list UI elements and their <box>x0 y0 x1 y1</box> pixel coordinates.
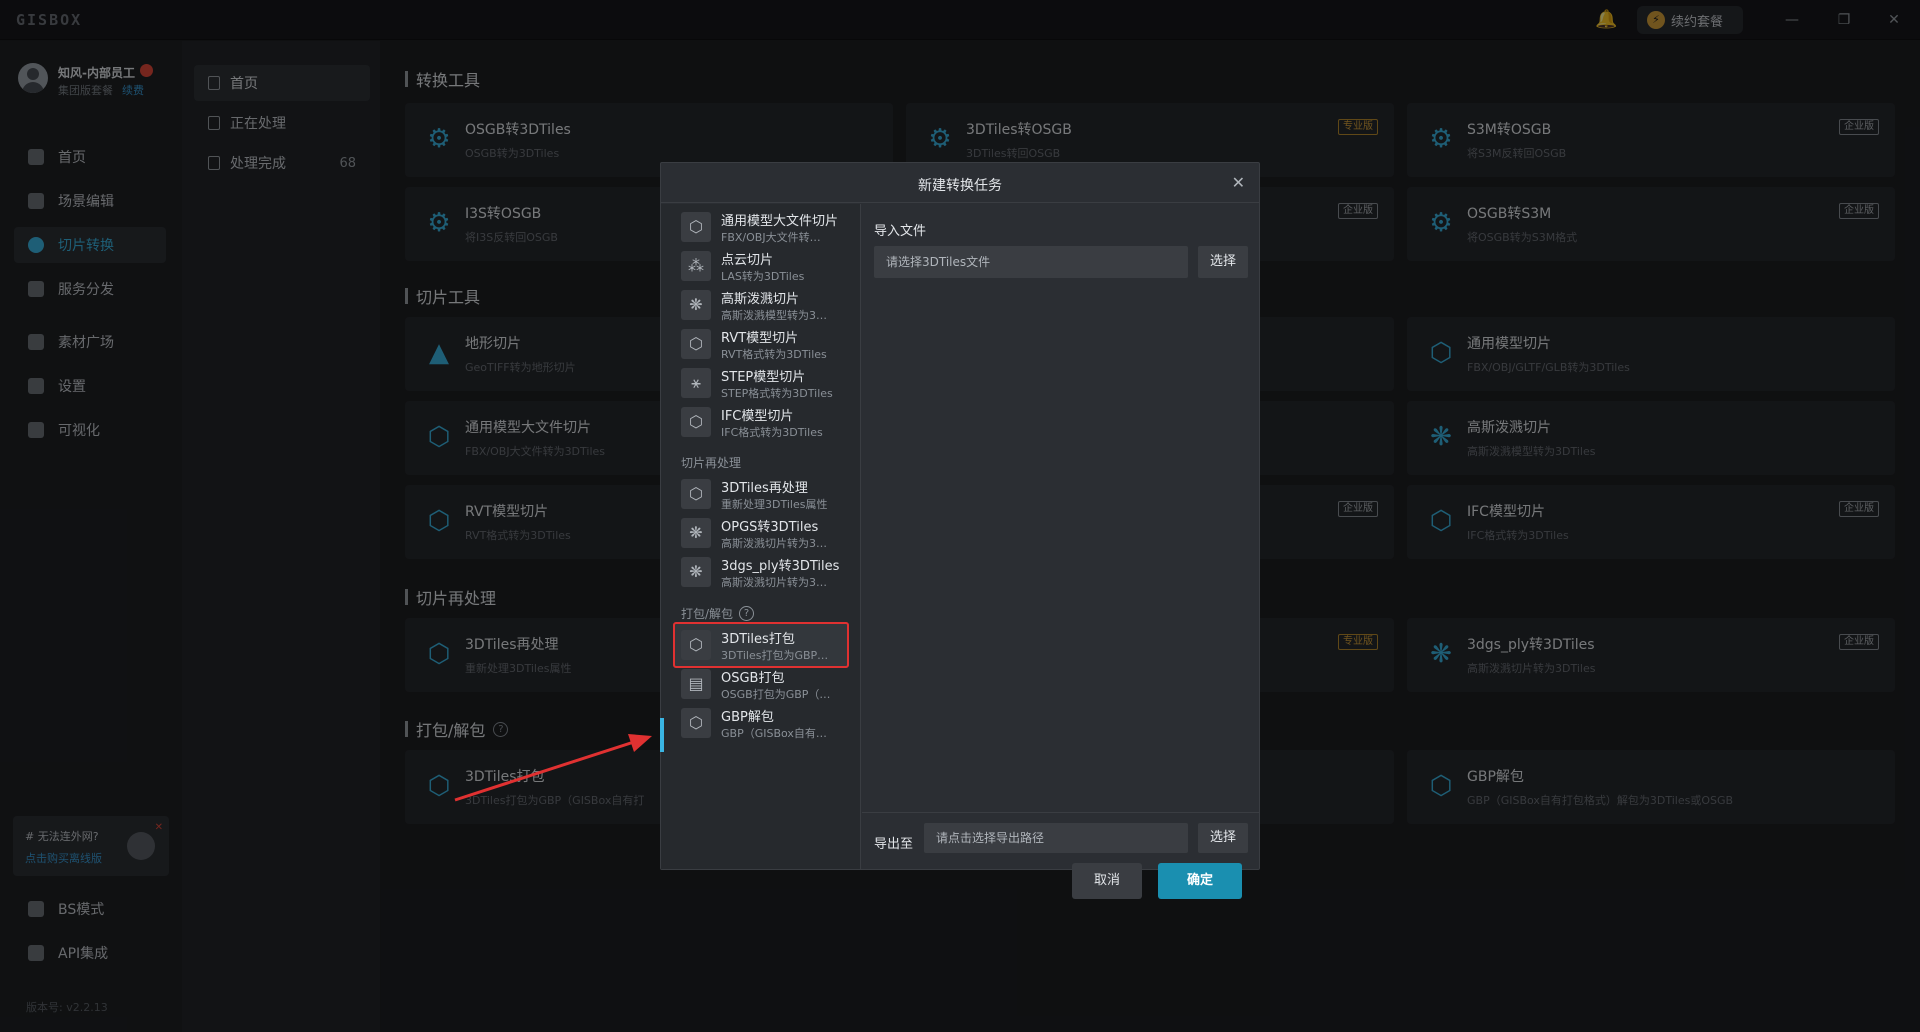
list-item[interactable]: ❋ 3dgs_ply转3DTiles 高斯泼溅切片转为3… <box>673 549 849 595</box>
item-title: OSGB打包 <box>721 671 785 686</box>
cube-icon: ⬡ <box>681 212 711 242</box>
import-file-input[interactable]: 请选择3DTiles文件 <box>874 246 1188 278</box>
dialog-header: 新建转换任务 ✕ <box>661 163 1259 203</box>
gaussian-icon: ❋ <box>681 290 711 320</box>
confirm-button[interactable]: 确定 <box>1158 863 1242 899</box>
group-label-pack: 打包/解包? <box>681 605 755 622</box>
divider <box>862 812 1259 813</box>
gaussian-icon: ❋ <box>681 557 711 587</box>
item-subtitle: GBP（GISBox自有… <box>721 727 827 740</box>
item-subtitle: IFC格式转为3DTiles <box>721 426 823 439</box>
import-choose-button[interactable]: 选择 <box>1198 246 1248 278</box>
step-icon: ⚹ <box>681 368 711 398</box>
package-icon: ⬡ <box>681 630 711 660</box>
unpack-icon: ⬡ <box>681 708 711 738</box>
package-icon: ▤ <box>681 669 711 699</box>
close-icon[interactable]: ✕ <box>1232 173 1245 192</box>
item-subtitle: 高斯泼溅切片转为3… <box>721 576 827 589</box>
item-title: 点云切片 <box>721 253 774 268</box>
selection-indicator <box>660 718 664 752</box>
item-title: 3dgs_ply转3DTiles <box>721 559 840 574</box>
cube-icon: ⬡ <box>681 479 711 509</box>
new-task-dialog: 新建转换任务 ✕ ⬡ 通用模型大文件切片 FBX/OBJ大文件转… ⁂ 点云切片 LAS… <box>660 162 1260 899</box>
item-title: 高斯泼溅切片 <box>721 292 800 307</box>
group-label-reprocess: 切片再处理 <box>681 456 742 470</box>
gaussian-icon: ❋ <box>681 518 711 548</box>
list-item[interactable]: ⬡ IFC模型切片 IFC格式转为3DTiles <box>673 399 849 445</box>
item-title: RVT模型切片 <box>721 331 799 346</box>
task-form: 导入文件 请选择3DTiles文件 选择 导出至 请点击选择导出路径 选择 取消… <box>862 204 1259 899</box>
item-title: OPGS转3DTiles <box>721 520 819 535</box>
point-cloud-icon: ⁂ <box>681 251 711 281</box>
dialog-title: 新建转换任务 <box>918 178 1002 194</box>
item-title: 3DTiles再处理 <box>721 481 808 496</box>
group-label-text: 打包/解包 <box>681 607 734 621</box>
task-type-list: ⬡ 通用模型大文件切片 FBX/OBJ大文件转… ⁂ 点云切片 LAS转为3DTiles… <box>661 204 861 869</box>
import-label: 导入文件 <box>874 224 927 239</box>
help-icon[interactable]: ? <box>739 606 755 621</box>
export-choose-button[interactable]: 选择 <box>1198 823 1248 853</box>
item-title: 3DTiles打包 <box>721 632 795 647</box>
cube-icon: ⬡ <box>681 329 711 359</box>
cube-icon: ⬡ <box>681 407 711 437</box>
list-item[interactable]: ⬡ GBP解包 GBP（GISBox自有… <box>673 700 849 746</box>
item-title: 通用模型大文件切片 <box>721 214 839 229</box>
item-title: IFC模型切片 <box>721 409 794 424</box>
export-path-input[interactable]: 请点击选择导出路径 <box>924 823 1188 853</box>
cancel-button[interactable]: 取消 <box>1072 863 1142 899</box>
item-title: STEP模型切片 <box>721 370 806 385</box>
item-title: GBP解包 <box>721 710 774 725</box>
export-label: 导出至 <box>874 837 914 852</box>
